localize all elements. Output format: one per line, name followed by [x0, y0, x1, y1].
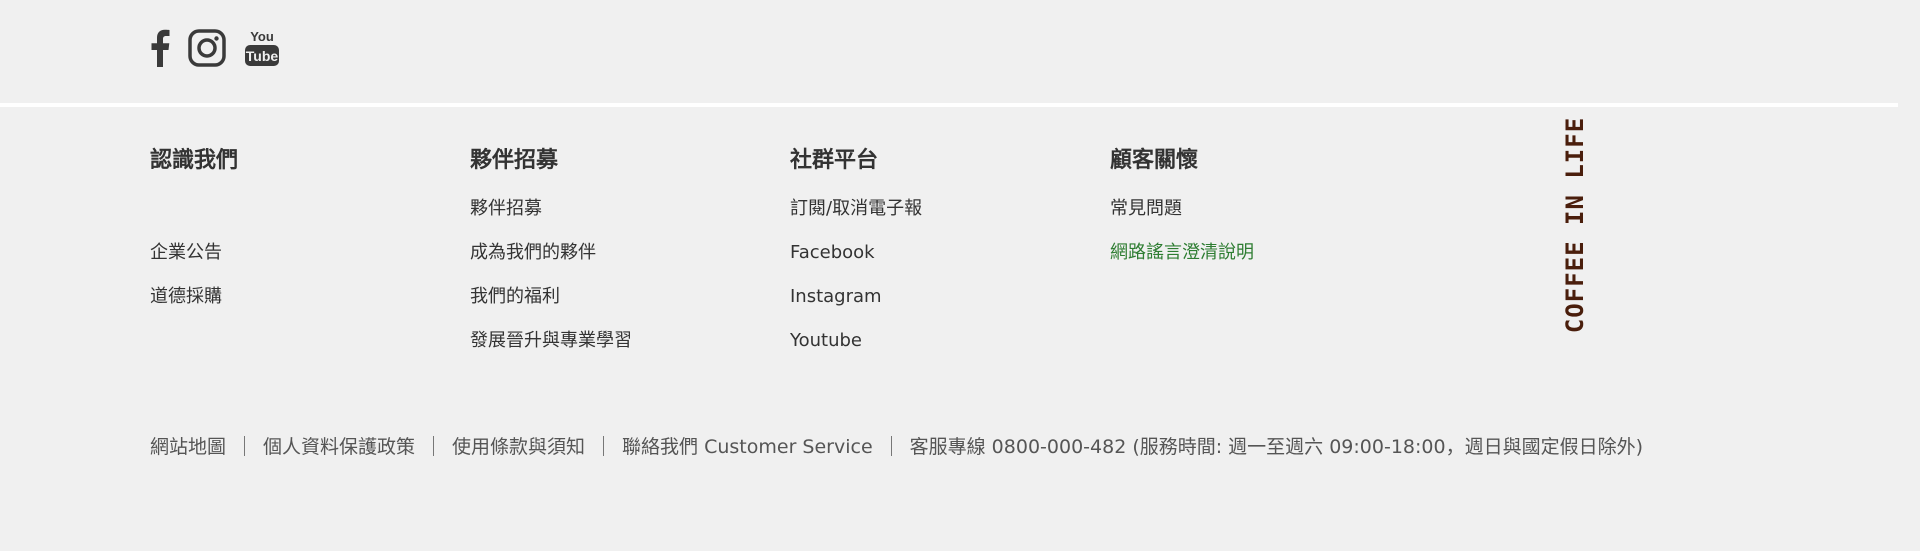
footer-divider	[0, 103, 1898, 107]
link-youtube[interactable]: Youtube	[790, 330, 862, 351]
link-become-partner[interactable]: 成為我們的夥伴	[470, 242, 596, 263]
link-ethical-sourcing[interactable]: 道德採購	[150, 286, 222, 307]
link-recruitment[interactable]: 夥伴招募	[470, 198, 542, 219]
list-item: Instagram	[790, 285, 1090, 329]
youtube-icon-text-bottom: Tube	[246, 48, 279, 64]
list-item: 道德採購	[150, 285, 450, 329]
list-item: Youtube	[790, 329, 1090, 373]
separator	[244, 435, 246, 456]
column-title-about: 認識我們	[150, 148, 239, 173]
footer-column-customer-care: 顧客關懷 常見問題 網路謠言澄清說明	[1110, 145, 1410, 285]
footer-column-social: 社群平台 訂閱/取消電子報 Facebook Instagram Youtube	[790, 145, 1090, 373]
list-item: Facebook	[790, 241, 1090, 285]
link-sitemap[interactable]: 網站地圖	[150, 432, 226, 459]
list-item: 成為我們的夥伴	[470, 241, 770, 285]
social-icons-row: You Tube	[150, 28, 280, 68]
list-item-empty	[150, 197, 450, 241]
youtube-icon[interactable]: You Tube	[244, 28, 280, 68]
list-item: 發展晉升與專業學習	[470, 329, 770, 373]
slogan-text: COFFEE IN LIFE	[1561, 116, 1590, 334]
link-rumor-clarification[interactable]: 網路謠言澄清說明	[1110, 242, 1254, 263]
facebook-icon[interactable]	[150, 29, 170, 67]
youtube-icon-text-top: You	[250, 29, 274, 44]
column-title-customer-care: 顧客關懷	[1110, 148, 1199, 173]
link-instagram[interactable]: Instagram	[790, 286, 882, 307]
link-terms[interactable]: 使用條款與須知	[452, 432, 585, 459]
link-contact-us[interactable]: 聯絡我們 Customer Service	[622, 432, 873, 459]
footer-bottom-bar: 網站地圖 個人資料保護政策 使用條款與須知 聯絡我們 Customer Serv…	[150, 432, 1643, 459]
link-facebook[interactable]: Facebook	[790, 242, 875, 263]
list-item: 常見問題	[1110, 197, 1410, 241]
link-corporate-announcements[interactable]: 企業公告	[150, 242, 222, 263]
customer-hotline: 客服專線 0800-000-482 (服務時間: 週一至週六 09:00-18:…	[909, 436, 1643, 458]
link-newsletter[interactable]: 訂閱/取消電子報	[790, 198, 922, 219]
separator	[603, 435, 605, 456]
list-item: 我們的福利	[470, 285, 770, 329]
list-item: 企業公告	[150, 241, 450, 285]
separator	[433, 435, 435, 456]
link-privacy-policy[interactable]: 個人資料保護政策	[263, 432, 415, 459]
column-title-social: 社群平台	[790, 148, 879, 173]
list-item: 訂閱/取消電子報	[790, 197, 1090, 241]
column-title-careers: 夥伴招募	[470, 148, 559, 173]
footer-column-careers: 夥伴招募 夥伴招募 成為我們的夥伴 我們的福利 發展晉升與專業學習	[470, 145, 770, 373]
link-faq[interactable]: 常見問題	[1110, 198, 1182, 219]
link-career-development[interactable]: 發展晉升與專業學習	[470, 330, 632, 351]
link-benefits[interactable]: 我們的福利	[470, 286, 560, 307]
separator	[890, 435, 892, 456]
instagram-icon[interactable]	[188, 29, 226, 67]
list-item: 夥伴招募	[470, 197, 770, 241]
slogan-vertical: COFFEE IN LIFE	[1560, 117, 1590, 333]
list-item: 網路謠言澄清說明	[1110, 241, 1410, 285]
footer-column-about: 認識我們 企業公告 道德採購	[150, 145, 450, 329]
